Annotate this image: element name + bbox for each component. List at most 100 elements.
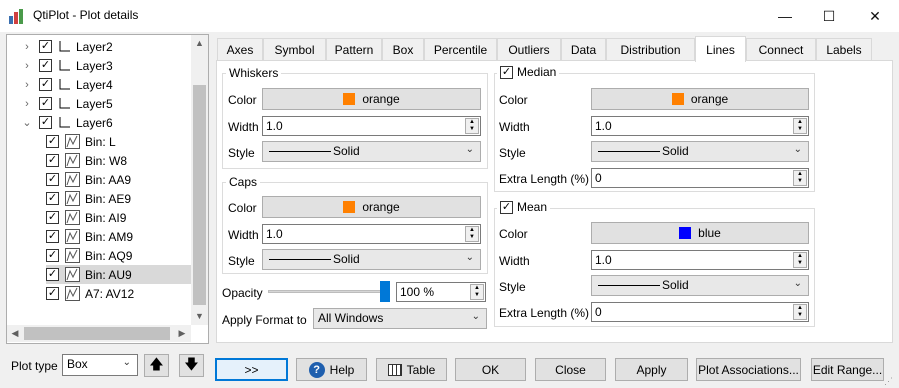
whiskers-style-select[interactable]: Solid ⌄ (262, 141, 481, 162)
line-style-preview (269, 151, 331, 152)
chevron-down-icon: ⌄ (793, 278, 802, 289)
tree-item[interactable]: ✓ Bin: AA9 (46, 170, 131, 189)
tree-item-checkbox[interactable]: ✓ (46, 249, 59, 262)
scroll-down-arrow-icon[interactable]: ▼ (192, 309, 207, 323)
opacity-slider-track[interactable] (268, 290, 390, 293)
curve-icon (65, 172, 80, 187)
tree-item[interactable]: › ✓ Layer3 (21, 56, 113, 75)
median-width-spinbox[interactable]: 1.0 ▲ ▼ (591, 116, 809, 136)
scroll-left-arrow-icon[interactable]: ◀ (8, 326, 22, 341)
median-extra-length-spinbox[interactable]: 0 ▲ ▼ (591, 168, 809, 188)
tab-outliers[interactable]: Outliers (497, 38, 561, 60)
more-button[interactable]: >> (215, 358, 288, 381)
help-button[interactable]: ? Help (296, 358, 367, 381)
tree-item-checkbox[interactable]: ✓ (39, 78, 52, 91)
tab-pattern[interactable]: Pattern (326, 38, 382, 60)
chevron-right-icon[interactable]: › (21, 79, 33, 91)
tree-item-label: Layer4 (76, 77, 113, 92)
chevron-right-icon[interactable]: › (21, 41, 33, 53)
tree-item[interactable]: ✓ Bin: AI9 (46, 208, 126, 227)
ok-button[interactable]: OK (455, 358, 526, 381)
tab-symbol[interactable]: Symbol (263, 38, 326, 60)
tree-item[interactable]: ✓ A7: AV12 (46, 284, 134, 303)
tree-item-checkbox[interactable]: ✓ (46, 287, 59, 300)
tree-item[interactable]: › ✓ Layer5 (21, 94, 113, 113)
close-window-button[interactable]: ✕ (852, 0, 898, 32)
close-button[interactable]: Close (535, 358, 606, 381)
tree-item-checkbox[interactable]: ✓ (46, 268, 59, 281)
whiskers-width-spinbox[interactable]: 1.0 ▲ ▼ (262, 116, 481, 136)
whiskers-color-button[interactable]: orange (262, 88, 481, 110)
tree-item-checkbox[interactable]: ✓ (39, 59, 52, 72)
median-checkbox[interactable]: ✓ (500, 65, 513, 79)
tab-distribution[interactable]: Distribution (606, 38, 695, 60)
opacity-spinbox[interactable]: 100 % ▲ ▼ (396, 282, 486, 302)
tree-item[interactable]: ✓ Bin: W8 (46, 151, 127, 170)
tree-item[interactable]: › ✓ Layer2 (21, 37, 113, 56)
mean-extra-length-label: Extra Length (%) (499, 306, 590, 320)
tab-connect[interactable]: Connect (746, 38, 816, 60)
mean-color-button[interactable]: blue (591, 222, 809, 244)
move-up-button[interactable]: 🡅 (144, 354, 169, 377)
apply-format-select[interactable]: All Windows ⌄ (313, 308, 487, 329)
mean-extra-length-spinbox[interactable]: 0 ▲ ▼ (591, 302, 809, 322)
chevron-down-icon[interactable]: ⌄ (21, 116, 33, 129)
mean-style-select[interactable]: Solid ⌄ (591, 275, 809, 296)
spin-arrows-icon[interactable]: ▲ ▼ (465, 226, 479, 242)
layer-icon (59, 98, 70, 109)
chevron-right-icon[interactable]: › (21, 60, 33, 72)
caps-width-spinbox[interactable]: 1.0 ▲ ▼ (262, 224, 481, 244)
tab-box[interactable]: Box (382, 38, 424, 60)
spin-arrows-icon[interactable]: ▲ ▼ (470, 284, 484, 300)
tree-item-checkbox[interactable]: ✓ (39, 116, 52, 129)
opacity-slider-handle[interactable] (380, 281, 390, 302)
tree-item[interactable]: ✓ Bin: L (46, 132, 116, 151)
apply-button[interactable]: Apply (615, 358, 688, 381)
tree-item-checkbox[interactable]: ✓ (46, 135, 59, 148)
tab-data[interactable]: Data (561, 38, 606, 60)
tree-item[interactable]: ✓ Bin: AQ9 (46, 246, 132, 265)
chevron-right-icon[interactable]: › (21, 98, 33, 110)
minimize-button[interactable]: — (762, 0, 808, 32)
tree-item-checkbox[interactable]: ✓ (46, 192, 59, 205)
tree-item[interactable]: › ✓ Layer4 (21, 75, 113, 94)
maximize-button[interactable]: ☐ (806, 0, 852, 32)
spin-arrows-icon[interactable]: ▲ ▼ (465, 118, 479, 134)
tree-vertical-scroll-thumb[interactable] (193, 85, 206, 305)
tree-item-checkbox[interactable]: ✓ (46, 230, 59, 243)
tab-lines[interactable]: Lines (695, 36, 746, 62)
tab-percentile[interactable]: Percentile (424, 38, 497, 60)
tree-item-checkbox[interactable]: ✓ (46, 154, 59, 167)
spin-arrows-icon[interactable]: ▲ ▼ (793, 252, 807, 268)
tree-item[interactable]: ✓ Bin: AE9 (46, 189, 131, 208)
tree-item-checkbox[interactable]: ✓ (46, 211, 59, 224)
table-button[interactable]: Table (376, 358, 447, 381)
move-down-button[interactable]: 🡇 (179, 354, 204, 377)
resize-grip-icon[interactable]: ⋰ (884, 376, 896, 386)
caps-style-select[interactable]: Solid ⌄ (262, 249, 481, 270)
caps-color-button[interactable]: orange (262, 196, 481, 218)
mean-width-spinbox[interactable]: 1.0 ▲ ▼ (591, 250, 809, 270)
median-width-label: Width (499, 120, 530, 134)
scroll-up-arrow-icon[interactable]: ▲ (192, 36, 207, 50)
tree-item-checkbox[interactable]: ✓ (46, 173, 59, 186)
spin-arrows-icon[interactable]: ▲ ▼ (793, 304, 807, 320)
tree-horizontal-scroll-thumb[interactable] (24, 327, 170, 340)
median-style-select[interactable]: Solid ⌄ (591, 141, 809, 162)
tab-axes[interactable]: Axes (217, 38, 263, 60)
edit-range-button[interactable]: Edit Range... (811, 358, 884, 381)
plot-associations-button[interactable]: Plot Associations... (696, 358, 801, 381)
median-color-button[interactable]: orange (591, 88, 809, 110)
plot-type-select[interactable]: Box ⌄ (62, 354, 138, 376)
tree-item-label: Layer2 (76, 39, 113, 54)
mean-checkbox[interactable]: ✓ (500, 200, 513, 214)
tree-item[interactable]: ⌄ ✓ Layer6 (21, 113, 112, 132)
tab-labels[interactable]: Labels (816, 38, 872, 60)
spin-arrows-icon[interactable]: ▲ ▼ (793, 118, 807, 134)
tree-item-checkbox[interactable]: ✓ (39, 40, 52, 53)
spin-arrows-icon[interactable]: ▲ ▼ (793, 170, 807, 186)
scroll-right-arrow-icon[interactable]: ▶ (175, 326, 189, 341)
tree-item-checkbox[interactable]: ✓ (39, 97, 52, 110)
tree-item[interactable]: ✓ Bin: AM9 (46, 227, 133, 246)
tree-item[interactable]: ✓ Bin: AU9 (46, 265, 191, 284)
